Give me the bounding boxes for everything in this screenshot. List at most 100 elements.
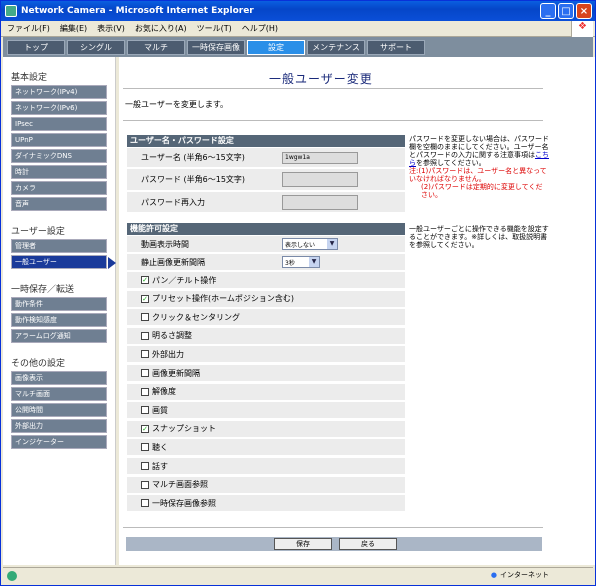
- still-interval-select[interactable]: 3秒 ▼: [282, 256, 320, 268]
- still-interval-row: 静止画像更新間隔 3秒 ▼: [127, 254, 405, 271]
- permission-checkbox[interactable]: [141, 406, 149, 415]
- permission-checkbox[interactable]: [141, 462, 149, 470]
- menu-favorites[interactable]: お気に入り(A): [135, 23, 187, 34]
- permission-checkbox[interactable]: [141, 350, 149, 359]
- tab-support[interactable]: サポート: [367, 39, 425, 55]
- windows-logo-icon: ❖: [571, 21, 593, 37]
- sidebar: 基本設定 ネットワーク(IPv4) ネットワーク(IPv6) IPsec UPn…: [3, 57, 116, 565]
- tab-single[interactable]: シングル: [67, 39, 125, 55]
- tab-multi[interactable]: マルチ: [127, 39, 185, 55]
- tab-top[interactable]: トップ: [7, 39, 65, 55]
- sidebar-section-other: その他の設定: [11, 359, 66, 369]
- permission-row: 話す: [127, 458, 405, 475]
- permission-row: 一時保存画像参照: [127, 495, 405, 513]
- sidebar-item-ipsec[interactable]: IPsec: [11, 117, 107, 131]
- username-row: ユーザー名 (半角6～15文字) 1wgw1a: [127, 148, 405, 168]
- permission-row: ✓ パン／チルト操作: [127, 272, 405, 289]
- tab-maintenance[interactable]: メンテナンス: [307, 39, 365, 55]
- permission-label: マルチ画面参照: [152, 480, 208, 490]
- maximize-button[interactable]: □: [558, 3, 574, 19]
- sidebar-item-network-ipv4[interactable]: ネットワーク(IPv4): [11, 85, 107, 99]
- permission-row: 明るさ調整: [127, 327, 405, 345]
- sidebar-item-admin[interactable]: 管理者: [11, 239, 107, 253]
- permission-row: 聴く: [127, 439, 405, 457]
- sidebar-item-action[interactable]: 動作条件: [11, 297, 107, 311]
- permission-checkbox[interactable]: [141, 499, 149, 508]
- video-time-label: 動画表示時間: [141, 239, 189, 249]
- sidebar-item-network-ipv6[interactable]: ネットワーク(IPv6): [11, 101, 107, 115]
- sidebar-item-audio[interactable]: 音声: [11, 197, 107, 211]
- permission-label: 画像更新間隔: [152, 368, 200, 378]
- video-time-value: 表示しない: [285, 241, 316, 249]
- chevron-down-icon: ▼: [309, 257, 319, 267]
- password-confirm-label: パスワード再入力: [141, 197, 205, 207]
- permission-label: 一時保存画像参照: [152, 498, 216, 508]
- permission-checkbox[interactable]: ✓: [141, 424, 149, 433]
- divider: [123, 527, 543, 528]
- save-button[interactable]: 保存: [274, 538, 332, 550]
- help-text-permissions: 一般ユーザーごとに操作できる機能を設定することができます。※詳しくは、取扱説明書…: [409, 225, 549, 249]
- permission-checkbox[interactable]: ✓: [141, 276, 149, 284]
- sidebar-section-user: ユーザー設定: [11, 227, 65, 237]
- username-field[interactable]: 1wgw1a: [282, 152, 358, 164]
- permission-checkbox[interactable]: [141, 387, 149, 396]
- title-bar: Network Camera - Microsoft Internet Expl…: [1, 1, 595, 21]
- menu-help[interactable]: ヘルプ(H): [242, 23, 278, 34]
- sidebar-item-general-user[interactable]: 一般ユーザー: [11, 255, 116, 269]
- permission-checkbox[interactable]: [141, 369, 149, 377]
- still-interval-label: 静止画像更新間隔: [141, 257, 205, 267]
- right-margin: [549, 57, 595, 565]
- help-password-text: パスワードを変更しない場合は、パスワード欄を空欄のままにしてください。ユーザー名…: [409, 135, 549, 159]
- back-button[interactable]: 戻る: [339, 538, 397, 550]
- help-note-1: 注:(1)パスワードは、ユーザー名と異なっていなければなりません。: [409, 167, 547, 183]
- menu-tools[interactable]: ツール(T): [197, 23, 232, 34]
- permission-label: スナップショット: [152, 424, 216, 434]
- video-time-select[interactable]: 表示しない ▼: [282, 238, 338, 250]
- permission-label: 話す: [152, 461, 168, 471]
- chevron-down-icon: ▼: [327, 239, 337, 249]
- browser-window: Network Camera - Microsoft Internet Expl…: [0, 0, 596, 586]
- permission-row: ✓ スナップショット: [127, 420, 405, 438]
- tab-temp-images[interactable]: 一時保存画像: [187, 39, 245, 55]
- page-title: 一般ユーザー変更: [269, 72, 373, 86]
- permission-label: 外部出力: [152, 349, 184, 359]
- sidebar-item-multi-screen[interactable]: マルチ画面: [11, 387, 107, 401]
- globe-icon: ●: [490, 571, 497, 579]
- sidebar-item-camera[interactable]: カメラ: [11, 181, 107, 195]
- permission-checkbox[interactable]: [141, 331, 149, 340]
- sidebar-item-clock[interactable]: 時計: [11, 165, 107, 179]
- still-interval-value: 3秒: [285, 259, 295, 267]
- sidebar-item-alarm-log[interactable]: アラームログ通知: [11, 329, 107, 343]
- menu-view[interactable]: 表示(V): [97, 23, 125, 34]
- camera-app-icon: [5, 5, 17, 17]
- permission-checkbox[interactable]: ✓: [141, 294, 149, 303]
- nav-tabs: トップ シングル マルチ 一時保存画像 設定 メンテナンス サポート: [3, 37, 593, 57]
- permission-row: 解像度: [127, 383, 405, 401]
- sidebar-item-ddns[interactable]: ダイナミックDNS: [11, 149, 107, 163]
- tab-settings[interactable]: 設定: [247, 39, 305, 55]
- perm-section-header: 機能許可設定: [127, 223, 405, 235]
- video-time-row: 動画表示時間 表示しない ▼: [127, 236, 405, 253]
- sidebar-item-indicator[interactable]: インジケーター: [11, 435, 107, 449]
- sidebar-item-image-display[interactable]: 画像表示: [11, 371, 107, 385]
- minimize-button[interactable]: _: [540, 3, 556, 19]
- password-field[interactable]: [282, 172, 358, 187]
- permission-checkbox[interactable]: [141, 313, 149, 322]
- sidebar-item-motion-sensitivity[interactable]: 動作検知感度: [11, 313, 107, 327]
- menu-file[interactable]: ファイル(F): [7, 23, 50, 34]
- divider: [123, 120, 543, 121]
- sidebar-item-public-time[interactable]: 公開時間: [11, 403, 107, 417]
- permission-label: クリック＆センタリング: [152, 312, 240, 322]
- main-content: 一般ユーザー変更 一般ユーザーを変更します。 ユーザー名・パスワード設定 ユーザ…: [119, 57, 549, 565]
- sidebar-item-external-output[interactable]: 外部出力: [11, 419, 107, 433]
- permission-checkbox[interactable]: [141, 480, 149, 489]
- password-confirm-field[interactable]: [282, 195, 358, 210]
- sidebar-item-upnp[interactable]: UPnP: [11, 133, 107, 147]
- sidebar-section-storage: 一時保存／転送: [11, 285, 75, 295]
- permission-row: クリック＆センタリング: [127, 309, 405, 327]
- close-button[interactable]: ×: [576, 3, 592, 19]
- permission-checkbox[interactable]: [141, 443, 149, 452]
- permission-label: パン／チルト操作: [152, 275, 217, 285]
- menu-edit[interactable]: 編集(E): [60, 23, 87, 34]
- help-password-text-2: を参照してください。: [416, 159, 486, 167]
